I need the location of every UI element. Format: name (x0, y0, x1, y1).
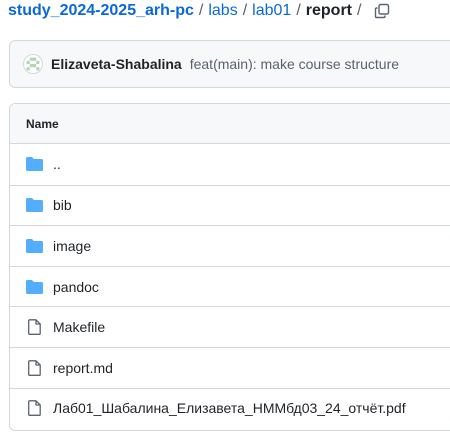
breadcrumb-current: report (305, 2, 352, 19)
folder-icon (25, 197, 43, 213)
row-name: Лаб01_Шабалина_Елизавета_НММбд03_24_отчё… (53, 400, 406, 417)
breadcrumb-separator: / (296, 2, 301, 19)
row-name: bib (53, 197, 72, 214)
repo-page: study_2024-2025_arh-pc / labs / lab01 / … (0, 0, 450, 440)
breadcrumb-separator: / (198, 2, 204, 19)
file-icon (25, 319, 43, 336)
avatar[interactable] (23, 54, 43, 74)
latest-commit-bar: Elizaveta-Shabalina feat(main): make cou… (9, 40, 450, 88)
folder-icon (25, 279, 43, 295)
table-row[interactable]: pandoc (10, 265, 450, 307)
table-row[interactable]: .. (10, 144, 450, 185)
column-header-name: Name (26, 116, 59, 131)
folder-icon (25, 156, 43, 172)
file-icon (25, 400, 43, 417)
row-name: Makefile (53, 319, 106, 336)
table-row[interactable]: bib (10, 184, 450, 226)
commit-message-link[interactable]: feat(main): make course structure (190, 56, 399, 72)
commit-author-link[interactable]: Elizaveta-Shabalina (51, 56, 182, 72)
copy-path-button[interactable] (372, 1, 392, 21)
row-name: report.md (53, 359, 113, 376)
identicon-icon (26, 57, 40, 71)
table-header: Name (10, 104, 450, 144)
file-icon (25, 359, 43, 376)
breadcrumb-lab01-link[interactable]: lab01 (252, 1, 291, 21)
table-row[interactable]: Makefile (10, 306, 450, 347)
breadcrumb-separator: / (242, 2, 248, 19)
breadcrumb-labs-link[interactable]: labs (208, 1, 237, 21)
folder-icon (25, 238, 43, 254)
row-name: image (53, 237, 92, 254)
copy-icon (375, 3, 390, 19)
breadcrumb-separator: / (357, 2, 362, 19)
row-name: .. (53, 156, 61, 173)
table-row[interactable]: Лаб01_Шабалина_Елизавета_НММбд03_24_отчё… (10, 387, 450, 429)
file-table: Name .. bib image pandoc Makefile report… (9, 103, 450, 431)
table-row[interactable]: image (10, 225, 450, 266)
breadcrumb-repo-link[interactable]: study_2024-2025_arh-pc (8, 1, 194, 21)
table-row[interactable]: report.md (10, 346, 450, 388)
breadcrumb: study_2024-2025_arh-pc / labs / lab01 / … (8, 0, 392, 22)
row-name: pandoc (53, 278, 99, 295)
